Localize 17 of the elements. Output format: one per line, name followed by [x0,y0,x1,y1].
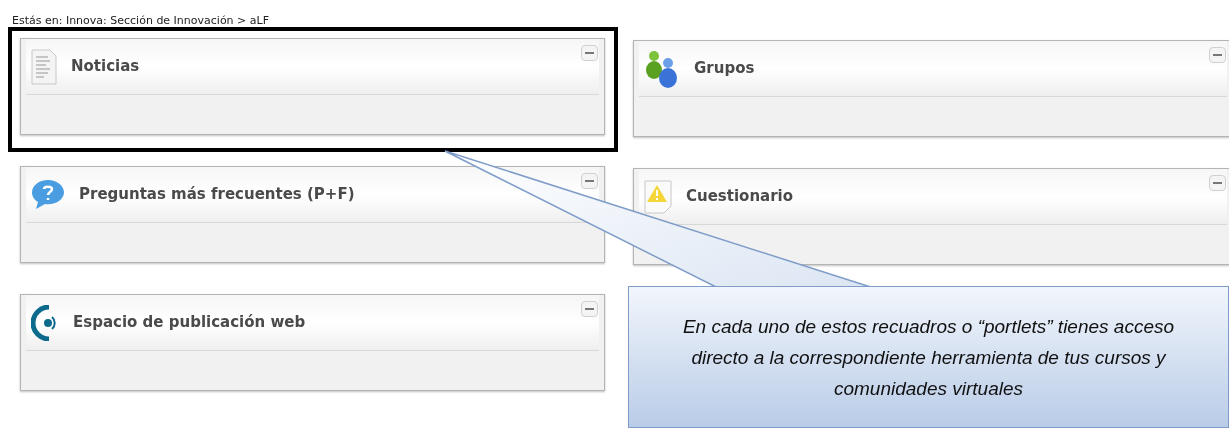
portlet-title: Espacio de publicación web [73,312,306,334]
minimize-button[interactable] [1209,47,1226,63]
warning-icon [644,179,672,214]
breadcrumb: Estás en: Innova: Sección de Innovación > aLF [12,14,269,27]
portlet-title: Grupos [694,58,755,80]
minimize-button[interactable] [1209,175,1226,191]
callout-text: En cada uno de estos recuadros o “portlets” tienes acceso directo a la correspondiente herramienta de tus cursos y comunidades virtuales [681,314,1176,401]
people-icon [644,48,680,89]
document-icon [31,48,57,85]
portlet-title: Noticias [71,56,140,78]
publish-icon [31,304,59,341]
question-bubble-icon [31,177,65,212]
minimize-button[interactable] [581,45,598,61]
minimize-button[interactable] [581,173,598,189]
portlet-title: Cuestionario [686,186,794,208]
minimize-button[interactable] [581,301,598,317]
portlet-title: Preguntas más frecuentes (P+F) [79,184,355,206]
